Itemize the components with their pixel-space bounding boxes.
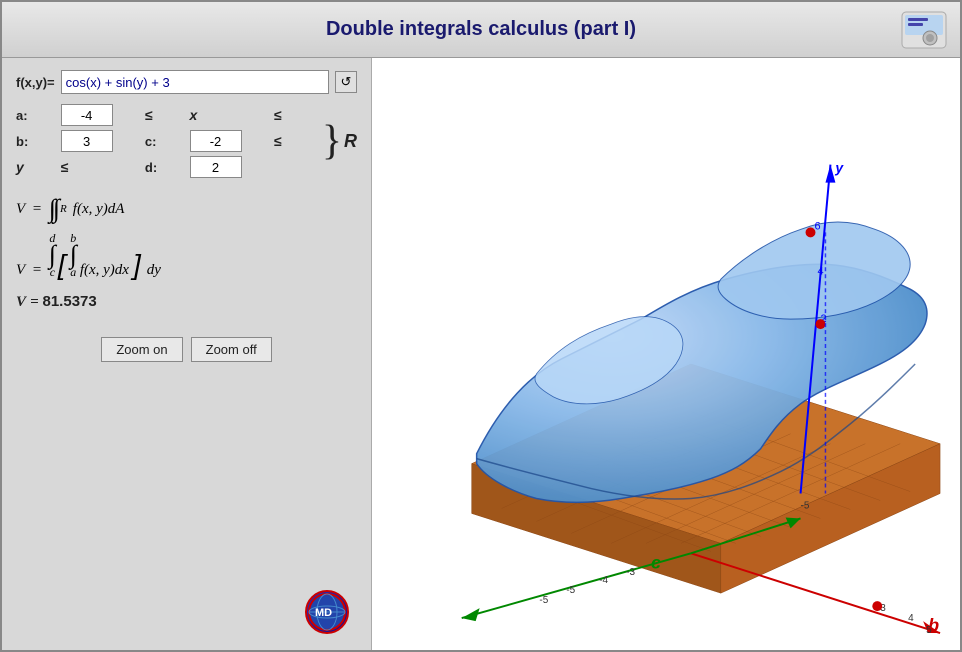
b-tick-4: 4 (908, 613, 914, 624)
leq-x-right: ≤ (274, 107, 310, 123)
md-logo: MD (305, 590, 349, 634)
formula-2-inner-func: f(x, y)dx (80, 262, 129, 279)
bottom-logo-area: MD (16, 590, 357, 638)
v-label-1: V (16, 201, 25, 218)
y-dot-upper (815, 319, 825, 329)
graph-svg: y 6 4 2 b 3 4 (372, 58, 960, 650)
result-eq: = (30, 294, 42, 310)
b-tick-5: 5 (926, 625, 932, 636)
page-title: Double integrals calculus (part I) (326, 18, 636, 41)
right-bracket: ] (133, 251, 141, 279)
eq-1: = (28, 201, 46, 218)
b-label: b: (16, 134, 57, 149)
left-bracket: [ (58, 251, 66, 279)
b-input[interactable] (61, 130, 113, 152)
y-tick-4: 4 (817, 265, 823, 277)
c-neg5: -5 (801, 500, 810, 511)
a-label: a: (16, 108, 57, 123)
d-label: d: (145, 160, 186, 175)
bounds-section: a: ≤ x ≤ b: c: ≤ y ≤ d: (16, 104, 357, 178)
d-input[interactable] (190, 156, 242, 178)
function-input[interactable] (61, 70, 329, 94)
right-panel: y 6 4 2 b 3 4 (372, 58, 960, 650)
inner-lower: a (70, 266, 76, 279)
c-tick-neg6: -5 (539, 595, 548, 606)
left-panel: f(x,y)= ↺ a: ≤ x ≤ b: c: ≤ (2, 58, 372, 650)
y-axis-label: y (834, 160, 844, 176)
y-dot-lower (806, 227, 816, 237)
outer-lower: c (50, 266, 55, 279)
c-label: c: (145, 134, 186, 149)
c-tick-neg3: -3 (626, 567, 635, 578)
zoom-on-button[interactable]: Zoom on (101, 337, 182, 362)
tool-icon (900, 10, 948, 50)
buttons-row: Zoom on Zoom off (16, 337, 357, 362)
leq-x-left: ≤ (145, 107, 186, 123)
result-value: 81.5373 (43, 293, 97, 310)
inner-integral-bounds: b ∫ a (70, 232, 77, 279)
function-row: f(x,y)= ↺ (16, 70, 357, 94)
formula-1-func: f(x, y)dA (73, 201, 125, 218)
double-integral-symbol: ∫∫ (49, 196, 57, 222)
outer-integral-bounds: d ∫ c (49, 232, 56, 279)
svg-text:MD: MD (315, 607, 332, 619)
c-tick-neg5: -5 (566, 585, 575, 596)
leq-y-left: ≤ (274, 133, 310, 149)
formula-2-dy: dy (147, 262, 161, 279)
outer-integral-sym: ∫ (49, 245, 56, 266)
eq-2: = (28, 262, 46, 279)
y-var: y (16, 159, 57, 175)
c-input[interactable] (190, 130, 242, 152)
formula-section: V = ∫∫ R f(x, y)dA V = d ∫ c (16, 196, 357, 311)
result-v-label: V (16, 294, 26, 310)
function-label: f(x,y)= (16, 75, 55, 90)
x-var: x (190, 107, 270, 123)
integral-sub-R: R (60, 203, 67, 215)
c-axis-label: c (651, 552, 661, 572)
leq-y-right: ≤ (61, 159, 141, 175)
result-line: V = 81.5373 (16, 293, 357, 311)
v-label-2: V (16, 262, 25, 279)
refresh-button[interactable]: ↺ (335, 71, 357, 93)
c-tick-neg4: -4 (599, 575, 608, 586)
formula-line-1: V = ∫∫ R f(x, y)dA (16, 196, 357, 222)
inner-integral-sym: ∫ (70, 245, 77, 266)
title-bar: Double integrals calculus (part I) (2, 2, 960, 58)
b-dot (872, 601, 882, 611)
zoom-off-button[interactable]: Zoom off (191, 337, 272, 362)
r-brace: } (322, 120, 342, 162)
formula-line-2: V = d ∫ c [ b ∫ a f (16, 232, 357, 279)
r-label: R (344, 131, 357, 152)
bounds-grid: a: ≤ x ≤ b: c: ≤ y ≤ d: (16, 104, 310, 178)
a-input[interactable] (61, 104, 113, 126)
y-tick-6: 6 (814, 220, 820, 232)
